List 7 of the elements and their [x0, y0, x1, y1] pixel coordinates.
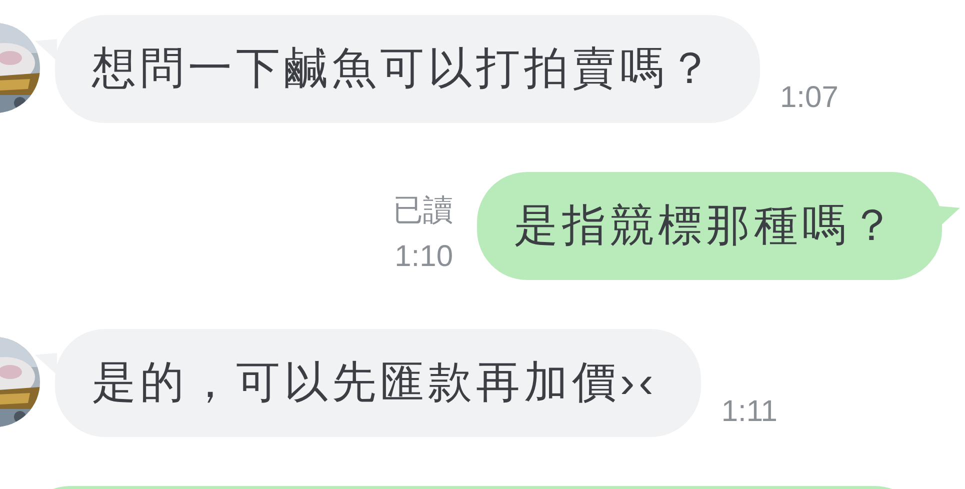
message-text: 是指競標那種嗎？: [514, 200, 898, 252]
message-time: 1:07: [780, 80, 838, 116]
message-text: 想問一下鹹魚可以打拍賣嗎？: [92, 42, 716, 95]
message-time: 1:11: [721, 394, 778, 430]
message-text: 是的，可以先匯款再加價›‹: [92, 356, 658, 409]
message-time: 1:10: [394, 239, 453, 275]
read-status: 已讀: [393, 193, 453, 229]
